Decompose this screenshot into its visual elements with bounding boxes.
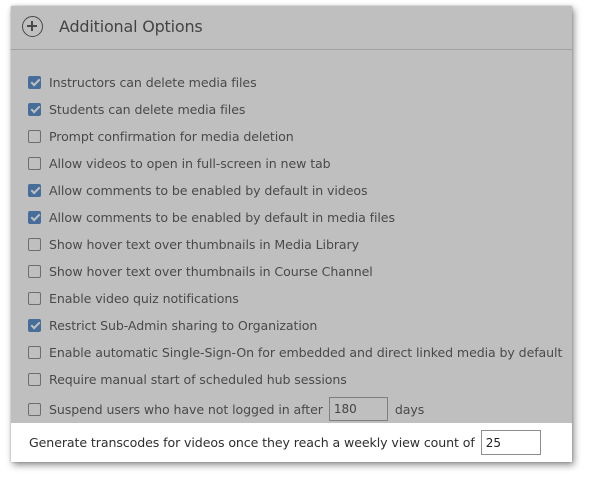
suspend-users-checkbox[interactable] xyxy=(28,402,41,416)
option-checkbox[interactable] xyxy=(28,210,41,224)
option-row[interactable]: Allow comments to be enabled by default … xyxy=(28,208,395,226)
option-label: Allow comments to be enabled by default … xyxy=(49,209,395,225)
option-label: Show hover text over thumbnails in Cours… xyxy=(49,263,373,279)
transcode-label: Generate transcodes for videos once they… xyxy=(29,435,475,450)
option-label: Restrict Sub-Admin sharing to Organizati… xyxy=(49,317,318,333)
option-label: Allow videos to open in full-screen in n… xyxy=(49,155,331,171)
option-label: Allow comments to be enabled by default … xyxy=(49,182,368,198)
option-row[interactable]: Students can delete media files xyxy=(28,100,245,118)
option-checkbox[interactable] xyxy=(28,318,41,332)
transcode-count-input[interactable] xyxy=(480,430,541,455)
option-row[interactable]: Require manual start of scheduled hub se… xyxy=(28,370,347,388)
suspend-days-input[interactable] xyxy=(328,397,388,421)
option-row[interactable]: Enable automatic Single-Sign-On for embe… xyxy=(28,343,562,361)
option-checkbox[interactable] xyxy=(28,156,41,170)
additional-options-panel: Additional Options Instructors can delet… xyxy=(11,6,572,462)
option-row[interactable]: Show hover text over thumbnails in Media… xyxy=(28,235,359,253)
option-checkbox[interactable] xyxy=(28,102,41,116)
section-title: Additional Options xyxy=(59,17,203,36)
option-label: Enable video quiz notifications xyxy=(49,290,239,306)
option-checkbox[interactable] xyxy=(28,291,41,305)
option-row[interactable]: Show hover text over thumbnails in Cours… xyxy=(28,262,373,280)
days-label: days xyxy=(394,401,425,417)
suspend-users-label: Suspend users who have not logged in aft… xyxy=(49,401,323,417)
option-checkbox[interactable] xyxy=(28,129,41,143)
option-checkbox[interactable] xyxy=(28,345,41,359)
option-checkbox[interactable] xyxy=(28,264,41,278)
section-header[interactable]: Additional Options xyxy=(11,6,572,50)
option-row[interactable]: Allow videos to open in full-screen in n… xyxy=(28,154,331,172)
option-checkbox[interactable] xyxy=(28,237,41,251)
option-row[interactable]: Allow comments to be enabled by default … xyxy=(28,181,368,199)
option-label: Show hover text over thumbnails in Media… xyxy=(49,236,359,252)
option-label: Prompt confirmation for media deletion xyxy=(49,128,294,144)
option-label: Instructors can delete media files xyxy=(49,74,257,90)
option-row[interactable]: Restrict Sub-Admin sharing to Organizati… xyxy=(28,316,317,334)
option-label: Require manual start of scheduled hub se… xyxy=(49,371,347,387)
option-checkbox[interactable] xyxy=(28,372,41,386)
option-checkbox[interactable] xyxy=(28,183,41,197)
suspend-users-option: Suspend users who have not logged in aft… xyxy=(28,397,425,421)
plus-circle-icon[interactable] xyxy=(22,16,43,37)
option-row[interactable]: Instructors can delete media files xyxy=(28,73,257,91)
transcode-option: Generate transcodes for videos once they… xyxy=(11,423,572,462)
option-checkbox[interactable] xyxy=(28,75,41,89)
option-row[interactable]: Enable video quiz notifications xyxy=(28,289,239,307)
option-label: Enable automatic Single-Sign-On for embe… xyxy=(49,344,563,360)
option-label: Students can delete media files xyxy=(49,101,246,117)
option-row[interactable]: Prompt confirmation for media deletion xyxy=(28,127,294,145)
